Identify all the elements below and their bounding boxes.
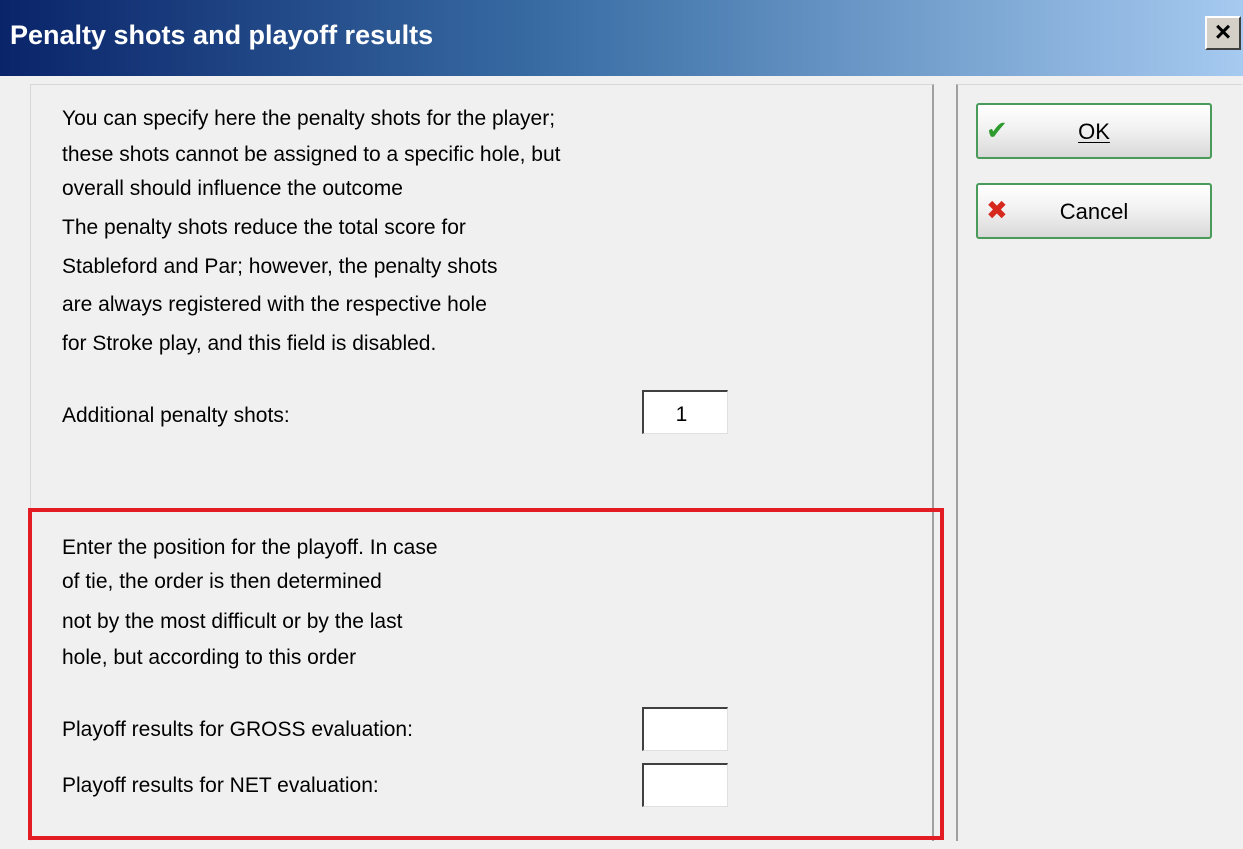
playoff-gross-label: Playoff results for GROSS evaluation: [62, 718, 413, 741]
penalty-shots-label: Additional penalty shots: [62, 404, 290, 427]
penalty-description-line: overall should influence the outcome [62, 177, 403, 200]
playoff-description-line: not by the most difficult or by the last [62, 610, 403, 633]
playoff-description-line: Enter the position for the playoff. In c… [62, 536, 438, 559]
ok-button-label: OK [1078, 119, 1110, 144]
penalty-description-line: You can specify here the penalty shots f… [62, 107, 556, 130]
playoff-net-label: Playoff results for NET evaluation: [62, 774, 379, 797]
close-button[interactable]: × [1205, 16, 1241, 50]
close-icon: × [1214, 16, 1232, 47]
cancel-button-label: Cancel [1059, 199, 1129, 224]
window-title: Penalty shots and playoff results [10, 20, 434, 50]
penalty-description-line: Stableford and Par; however, the penalty… [62, 255, 498, 278]
cancel-button[interactable]: ✖ Cancel [976, 183, 1212, 239]
penalty-description-line: for Stroke play, and this field is disab… [62, 332, 437, 355]
penalty-description-line: are always registered with the respectiv… [62, 293, 487, 316]
title-bar: Penalty shots and playoff results × [0, 0, 1243, 76]
playoff-description-line: hole, but according to this order [62, 646, 357, 669]
penalty-description-line: these shots cannot be assigned to a spec… [62, 143, 561, 166]
playoff-net-input[interactable] [642, 763, 728, 807]
penalty-shots-input[interactable] [642, 390, 728, 434]
playoff-gross-input[interactable] [642, 707, 728, 751]
ok-button[interactable]: ✔ OK [976, 103, 1212, 159]
playoff-description-line: of tie, the order is then determined [62, 570, 382, 593]
penalty-description-line: The penalty shots reduce the total score… [62, 216, 466, 239]
